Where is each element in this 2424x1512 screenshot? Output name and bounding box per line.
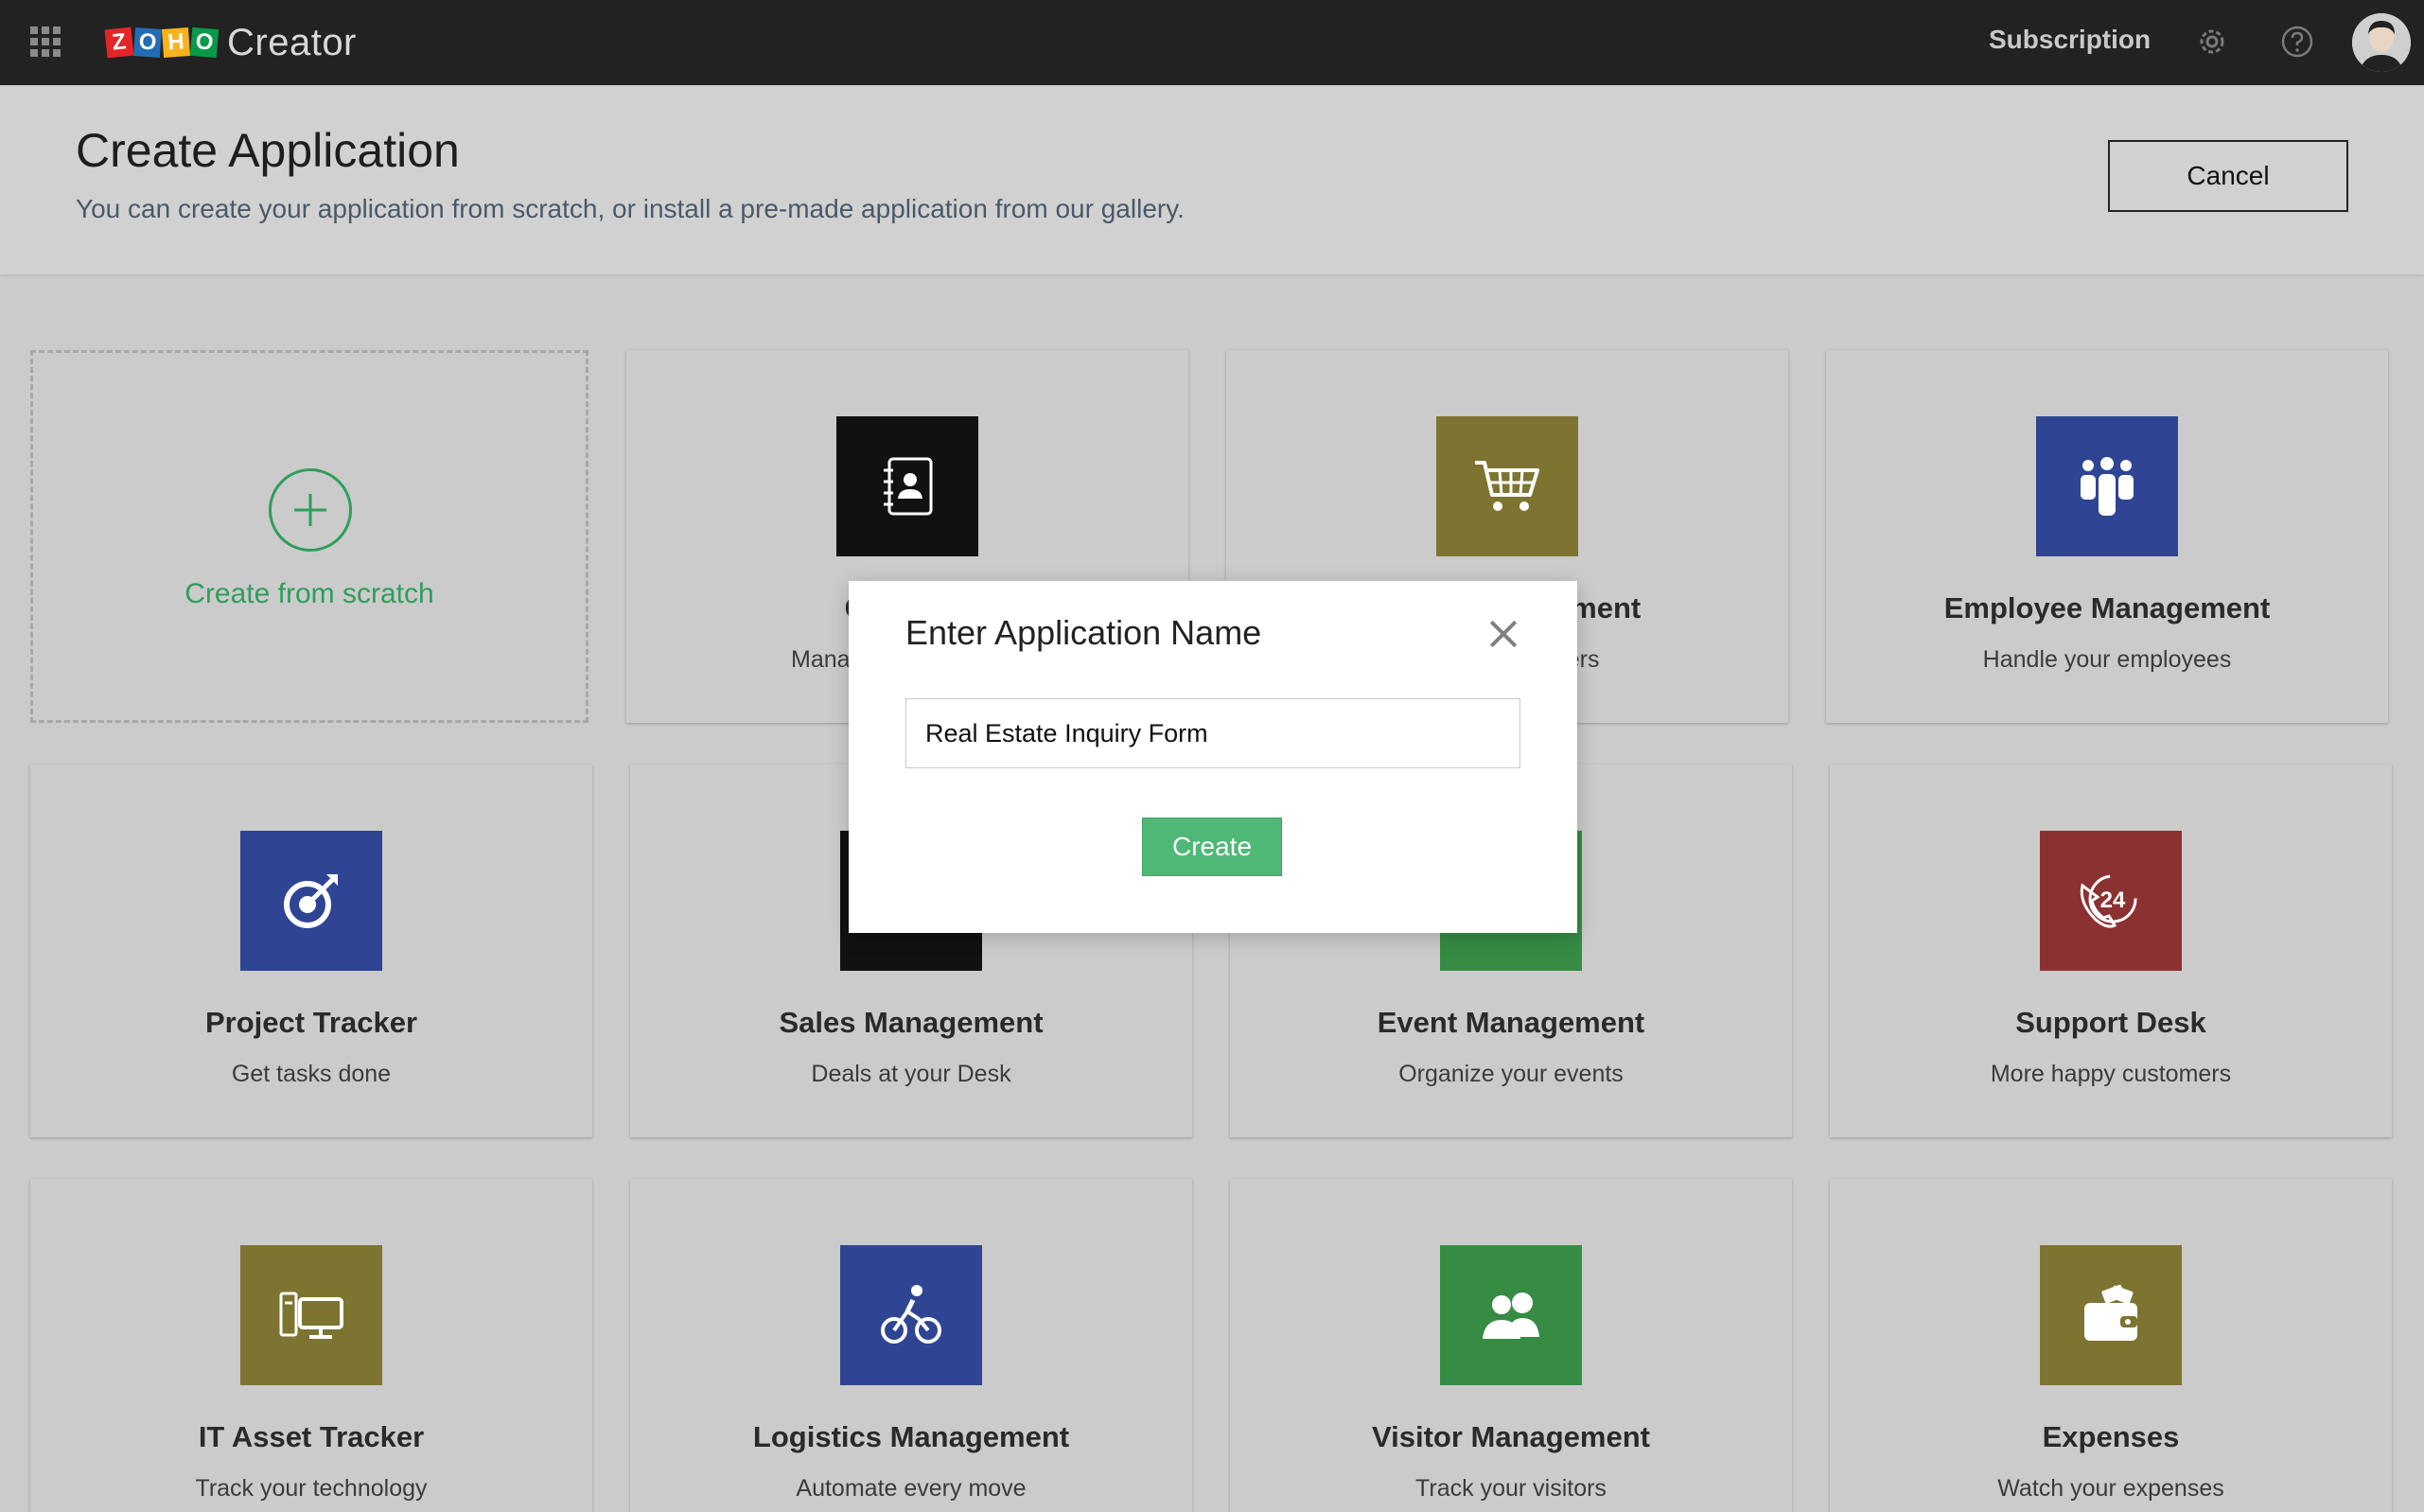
create-from-scratch-label: Create from scratch	[184, 578, 434, 609]
create-button[interactable]: Create	[1142, 818, 1282, 876]
enter-application-name-dialog: Enter Application Name Create	[849, 581, 1577, 933]
app-tile	[1440, 1245, 1582, 1385]
app-title: Support Desk	[2015, 1006, 2206, 1039]
app-title: Sales Management	[779, 1006, 1044, 1039]
app-card-project-tracker[interactable]: Project Tracker Get tasks done	[30, 765, 592, 1137]
application-name-input[interactable]	[905, 698, 1520, 768]
contacts-book-icon	[884, 457, 933, 516]
avatar[interactable]	[2352, 13, 2411, 72]
logo-letter: Z	[104, 26, 134, 59]
app-title: Project Tracker	[204, 1006, 418, 1039]
wallet-icon	[2084, 1284, 2137, 1341]
logo-letter: H	[161, 27, 191, 58]
app-card-expenses[interactable]: Expenses Watch your expenses	[1830, 1179, 2392, 1512]
app-tile: 24	[2040, 831, 2182, 971]
app-title: IT Asset Tracker	[198, 1420, 425, 1453]
app-card-visitor-management[interactable]: Visitor Management Track your visitors	[1230, 1179, 1792, 1512]
target-icon	[284, 874, 338, 928]
app-card-employee-management[interactable]: Employee Management Handle your employee…	[1826, 350, 2388, 723]
app-tile	[840, 1245, 982, 1385]
app-tile	[836, 416, 978, 556]
app-description: Organize your events	[1398, 1061, 1624, 1087]
dialog-title: Enter Application Name	[905, 613, 1262, 652]
app-title: Logistics Management	[752, 1420, 1070, 1453]
app-description: Track your technology	[195, 1475, 428, 1502]
visitors-icon	[1483, 1292, 1539, 1339]
app-description: Deals at your Desk	[811, 1061, 1011, 1087]
shopping-cart-icon	[1475, 461, 1539, 511]
logo-letter: O	[132, 27, 163, 58]
close-icon[interactable]	[1488, 619, 1519, 649]
app-card-support-desk[interactable]: 24 Support Desk More happy customers	[1830, 765, 2392, 1137]
app-tile	[240, 1245, 382, 1385]
app-tile	[2040, 1245, 2182, 1385]
app-title: Event Management	[1377, 1006, 1645, 1039]
create-from-scratch-card[interactable]: Create from scratch	[30, 350, 588, 723]
app-description: Handle your employees	[1982, 646, 2232, 673]
page-title: Create Application	[76, 124, 460, 177]
app-description: Watch your expenses	[1997, 1475, 2224, 1502]
team-icon	[2081, 457, 2134, 516]
app-description: Get tasks done	[231, 1061, 392, 1087]
support-24-icon: 24	[2080, 874, 2137, 928]
page-subtitle: You can create your application from scr…	[76, 194, 1185, 223]
page-header: Create Application You can create your a…	[0, 85, 2424, 274]
gear-icon[interactable]	[2195, 25, 2229, 59]
app-tile	[1436, 416, 1578, 556]
app-title: Expenses	[2042, 1420, 2180, 1453]
cancel-button[interactable]: Cancel	[2108, 140, 2348, 212]
app-description: More happy customers	[1990, 1061, 2232, 1087]
app-description: Track your visitors	[1415, 1475, 1607, 1502]
app-description: Automate every move	[796, 1475, 1027, 1502]
app-tile	[2036, 416, 2178, 556]
computer-icon	[279, 1292, 343, 1339]
zoho-creator-logo[interactable]: Z O H O Creator	[104, 21, 357, 64]
app-tile	[240, 831, 382, 971]
plus-circle-icon	[269, 468, 352, 552]
help-icon[interactable]	[2280, 25, 2314, 59]
cyclist-icon	[881, 1285, 941, 1344]
svg-text:24: 24	[2100, 888, 2126, 913]
app-card-it-asset-tracker[interactable]: IT Asset Tracker Track your technology	[30, 1179, 592, 1512]
product-name: Creator	[227, 21, 357, 63]
subscription-link[interactable]: Subscription	[1989, 25, 2151, 55]
app-title: Employee Management	[1943, 591, 2271, 624]
top-bar: Z O H O Creator Subscription	[0, 0, 2424, 85]
logo-letter: O	[189, 26, 220, 59]
apps-grid-icon[interactable]	[30, 26, 61, 57]
app-card-logistics-management[interactable]: Logistics Management Automate every move	[630, 1179, 1192, 1512]
app-title: Visitor Management	[1371, 1420, 1650, 1453]
